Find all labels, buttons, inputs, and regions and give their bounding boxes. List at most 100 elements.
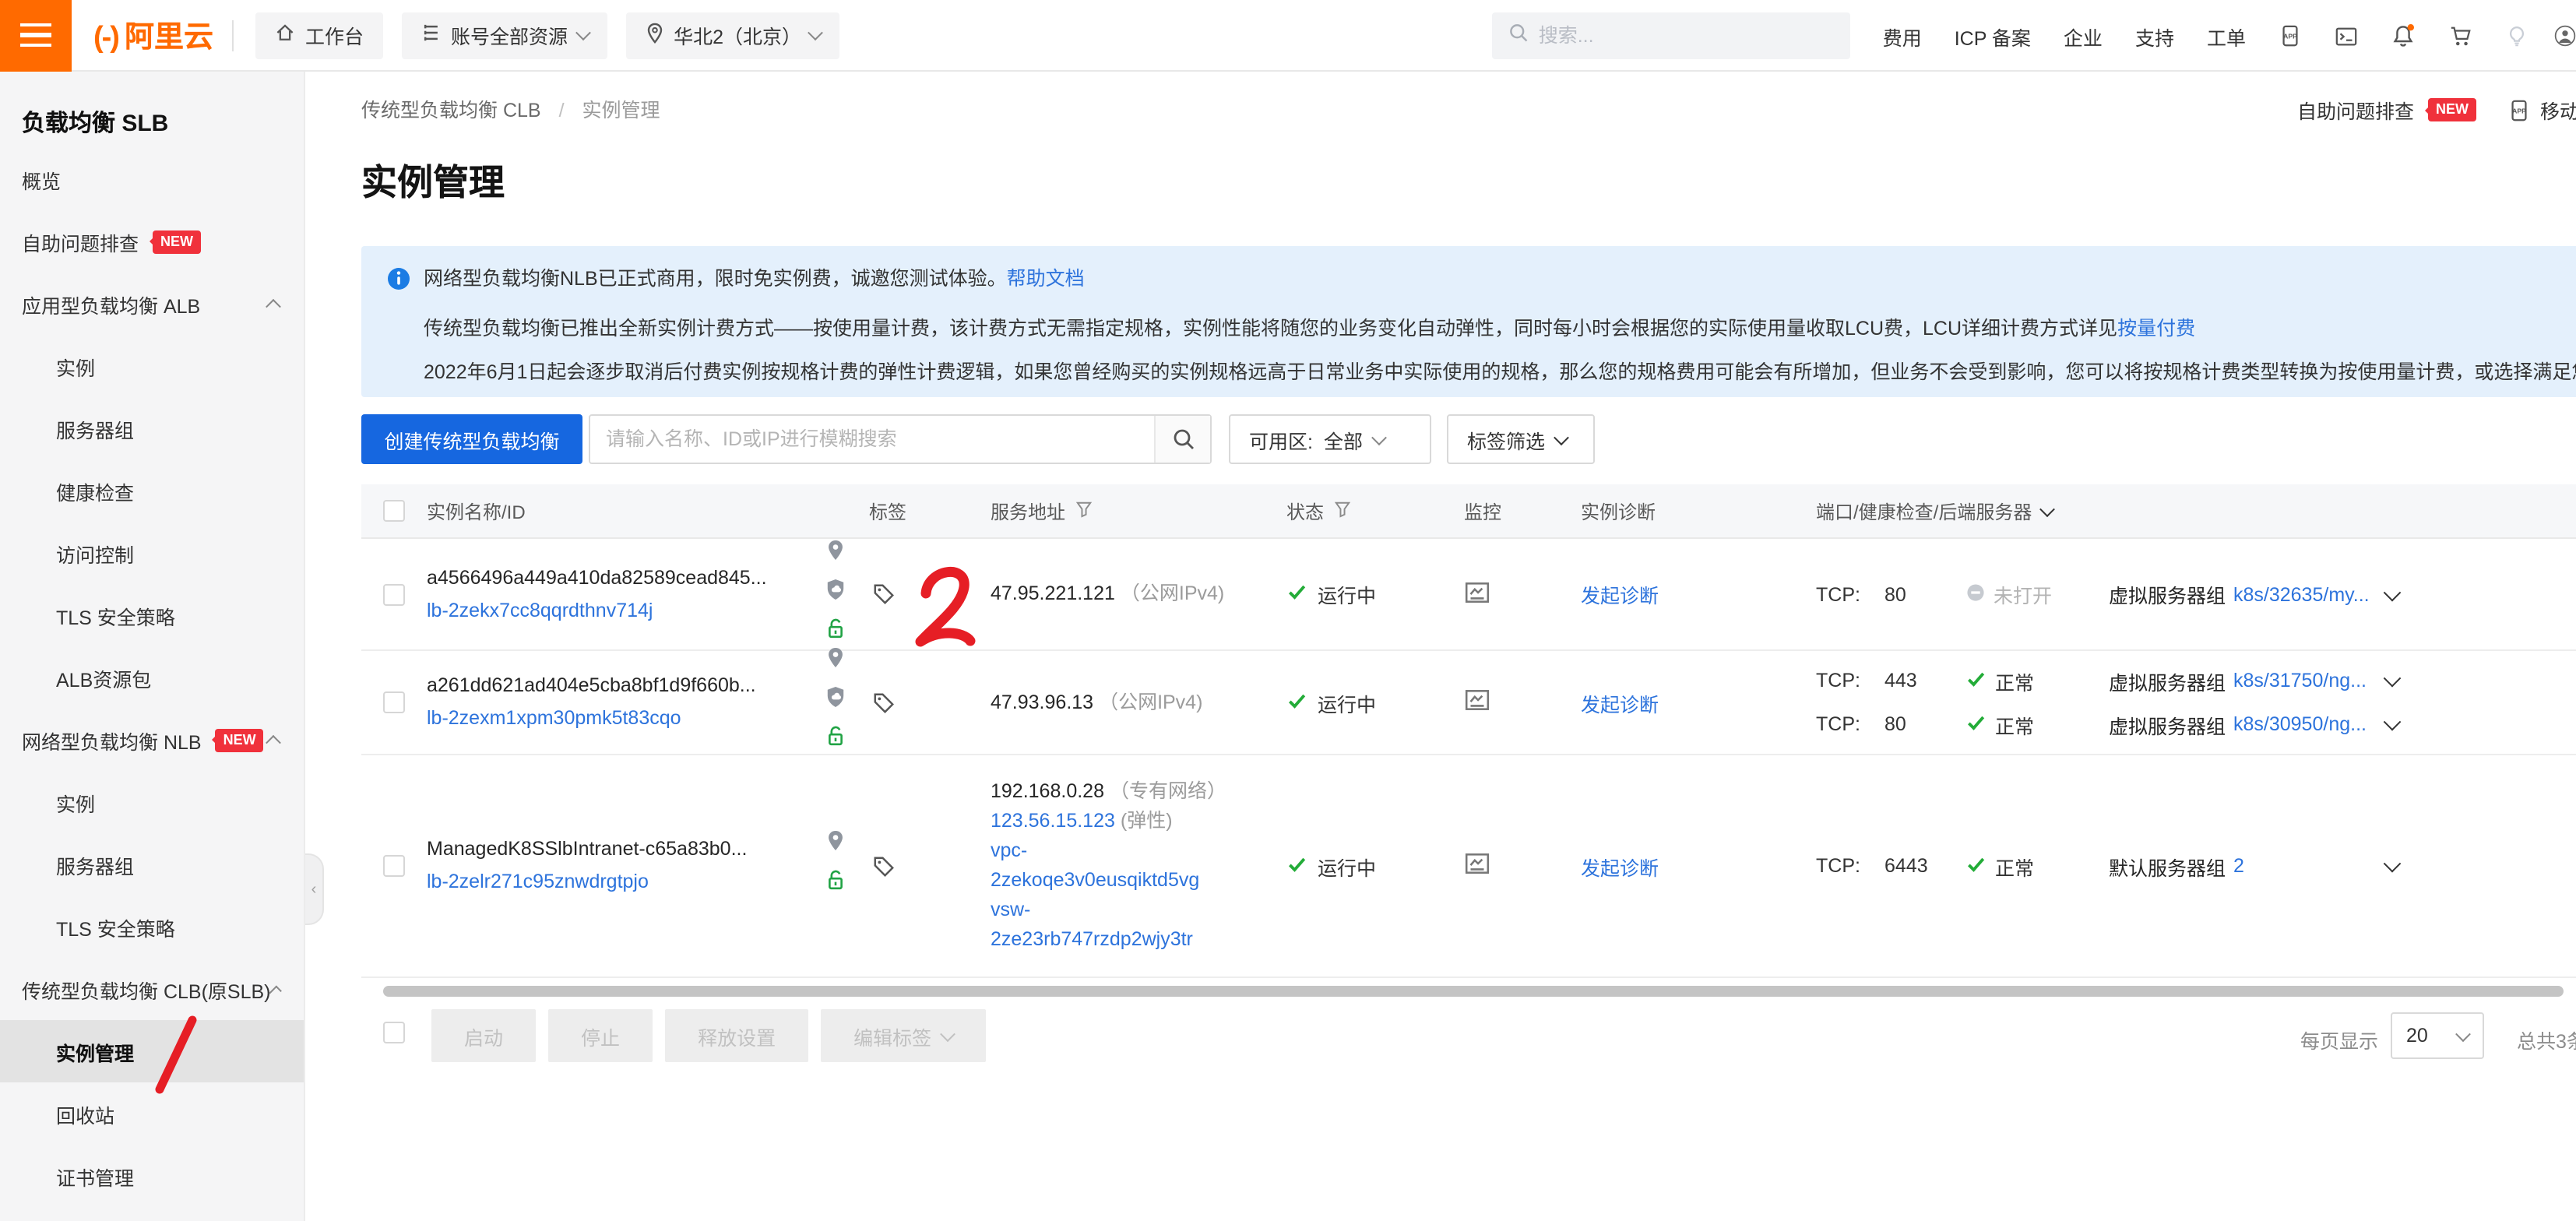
sidebar-item-传统型负载均衡 CLB(原SLB)[interactable]: 传统型负载均衡 CLB(原SLB) xyxy=(0,958,304,1020)
backend-group-link[interactable]: k8s/30950/ng... xyxy=(2233,713,2374,735)
batch-action-编辑标签[interactable]: 编辑标签 xyxy=(821,1009,986,1062)
sidebar-item-服务器组[interactable]: 服务器组 xyxy=(0,397,304,459)
batch-action-停止[interactable]: 停止 xyxy=(548,1009,653,1062)
instance-search-input[interactable] xyxy=(590,428,1154,450)
instance-attribute-icons xyxy=(825,829,846,903)
horizontal-scrollbar[interactable] xyxy=(383,986,2564,997)
page-size-select[interactable]: 20 xyxy=(2391,1012,2484,1059)
monitor-chart-icon[interactable] xyxy=(1464,850,1490,881)
pay-by-usage-link[interactable]: 按量付费 xyxy=(2117,318,2195,340)
aliyun-logo[interactable]: (-) 阿里云 xyxy=(93,14,213,56)
ports-cell: TCP:80未打开虚拟服务器组k8s/32635/my... xyxy=(1816,539,2576,649)
check-icon xyxy=(1286,853,1308,879)
sidebar-item-证书管理[interactable]: 证书管理 xyxy=(0,1145,304,1207)
health-status: 正常 xyxy=(1965,709,2109,739)
hamburger-menu-button[interactable] xyxy=(0,0,72,71)
row-checkbox[interactable] xyxy=(383,691,405,713)
tag-filter-button[interactable]: 标签筛选 xyxy=(1447,414,1595,464)
terminal-icon[interactable] xyxy=(2335,24,2358,48)
topbar-menu-item[interactable]: 企业 xyxy=(2064,21,2103,51)
mobile-control-link[interactable]: 移动管控 xyxy=(2540,95,2576,125)
sidebar-item-健康检查[interactable]: 健康检查 xyxy=(0,459,304,522)
app-icon[interactable]: APP xyxy=(2279,23,2302,48)
sidebar-item-服务器组[interactable]: 服务器组 xyxy=(0,833,304,896)
bell-icon[interactable] xyxy=(2391,23,2416,48)
chevron-down-icon[interactable] xyxy=(2384,583,2402,601)
create-clb-button[interactable]: 创建传统型负载均衡 xyxy=(361,414,582,464)
backend-group-link[interactable]: 2 xyxy=(2233,855,2374,877)
filter-funnel-icon[interactable] xyxy=(1075,499,1093,523)
col-monitor: 监控 xyxy=(1464,484,1581,537)
cart-icon[interactable] xyxy=(2448,24,2473,48)
sidebar-item-label: 健康检查 xyxy=(56,476,134,505)
chevron-down-icon xyxy=(575,25,590,40)
status-cell: 运行中 xyxy=(1286,539,1464,649)
footer-select-checkbox[interactable] xyxy=(383,1022,405,1043)
select-all-checkbox[interactable] xyxy=(383,500,405,522)
chevron-up-icon[interactable] xyxy=(266,734,281,750)
topbar-region-selector[interactable]: 华北2（北京） xyxy=(625,12,840,58)
batch-action-启动[interactable]: 启动 xyxy=(431,1009,536,1062)
sidebar-item-实例[interactable]: 实例 xyxy=(0,771,304,833)
chevron-up-icon[interactable] xyxy=(266,298,281,314)
search-icon[interactable] xyxy=(1154,416,1210,463)
chevron-down-icon[interactable] xyxy=(2384,670,2402,688)
avatar[interactable] xyxy=(2554,16,2576,56)
sidebar-item-访问控制[interactable]: 访问控制 xyxy=(0,522,304,584)
sidebar-item-TLS 安全策略[interactable]: TLS 安全策略 xyxy=(0,896,304,958)
topbar-account-resources[interactable]: 账号全部资源 xyxy=(401,12,607,58)
filter-funnel-icon[interactable] xyxy=(1333,499,1352,523)
chevron-down-icon[interactable] xyxy=(2384,855,2402,873)
tag-icon[interactable] xyxy=(872,582,896,606)
self-check-link[interactable]: 自助问题排查 xyxy=(2297,95,2414,125)
port-protocol: TCP: xyxy=(1816,713,1884,735)
port-protocol: TCP: xyxy=(1816,670,1884,691)
global-search-input[interactable] xyxy=(1539,25,1835,47)
tag-icon[interactable] xyxy=(872,854,896,878)
sidebar-item-网络型负载均衡 NLB[interactable]: 网络型负载均衡 NLBNEW xyxy=(0,709,304,771)
start-diagnose-link[interactable]: 发起诊断 xyxy=(1581,688,1659,717)
backend-group-link[interactable]: k8s/31750/ng... xyxy=(2233,670,2374,691)
zone-filter-dropdown[interactable]: 可用区: 全部 xyxy=(1229,414,1431,464)
port-protocol: TCP: xyxy=(1816,855,1884,877)
start-diagnose-link[interactable]: 发起诊断 xyxy=(1581,579,1659,609)
instance-id-link[interactable]: lb-2zelr271c95znwdrgtpjo xyxy=(427,866,869,899)
bulb-icon[interactable] xyxy=(2506,23,2528,48)
backend-group-link[interactable]: k8s/32635/my... xyxy=(2233,583,2374,605)
topbar-workbench[interactable]: 工作台 xyxy=(255,12,382,58)
instance-id-link[interactable]: lb-2zekx7cc8qqrdthnv714j xyxy=(427,594,869,627)
location-pin-icon xyxy=(825,829,846,864)
sidebar-item-回收站[interactable]: 回收站 xyxy=(0,1082,304,1145)
tag-icon[interactable] xyxy=(872,691,896,714)
row-checkbox[interactable] xyxy=(383,855,405,877)
breadcrumb-parent[interactable]: 传统型负载均衡 CLB xyxy=(361,100,541,121)
sidebar-item-自助问题排查[interactable]: 自助问题排查NEW xyxy=(0,210,304,273)
sidebar-item-实例[interactable]: 实例 xyxy=(0,335,304,397)
batch-action-释放设置[interactable]: 释放设置 xyxy=(665,1009,808,1062)
instance-id-link[interactable]: lb-2zexm1xpm30pmk5t83cqo xyxy=(427,702,869,735)
sidebar-item-应用型负载均衡 ALB[interactable]: 应用型负载均衡 ALB xyxy=(0,273,304,335)
monitor-chart-icon[interactable] xyxy=(1464,687,1490,718)
sidebar-item-label: 自助问题排查 xyxy=(22,227,139,256)
row-checkbox[interactable] xyxy=(383,583,405,605)
start-diagnose-link[interactable]: 发起诊断 xyxy=(1581,851,1659,881)
sidebar-title: 负载均衡 SLB xyxy=(0,72,304,148)
chevron-down-icon[interactable] xyxy=(2384,713,2402,731)
monitor-chart-icon[interactable] xyxy=(1464,579,1490,610)
address-link[interactable]: 123.56.15.123 xyxy=(991,810,1115,832)
sidebar-item-TLS 安全策略[interactable]: TLS 安全策略 xyxy=(0,584,304,646)
sidebar-item-概览[interactable]: 概览 xyxy=(0,148,304,210)
topbar-menu-item[interactable]: ICP 备案 xyxy=(1955,21,2031,51)
topbar-menu-item[interactable]: 费用 xyxy=(1883,21,1922,51)
address-link[interactable]: vpc-2zekoqe3v0eusqiktd5vg xyxy=(991,839,1199,891)
sidebar-item-ALB资源包[interactable]: ALB资源包 xyxy=(0,646,304,709)
help-doc-link[interactable]: 帮助文档 xyxy=(1007,268,1085,290)
address-link[interactable]: vsw-2ze23rb747rzdp2wjy3tr xyxy=(991,899,1193,950)
chevron-down-icon[interactable] xyxy=(2039,501,2054,516)
topbar-menu-item[interactable]: 工单 xyxy=(2207,21,2246,51)
sidebar-collapse-handle[interactable]: ‹ xyxy=(305,853,324,925)
sidebar-item-实例管理[interactable]: 实例管理 xyxy=(0,1020,304,1082)
global-search[interactable] xyxy=(1492,12,1850,59)
location-pin-icon xyxy=(825,646,846,681)
topbar-menu-item[interactable]: 支持 xyxy=(2135,21,2174,51)
